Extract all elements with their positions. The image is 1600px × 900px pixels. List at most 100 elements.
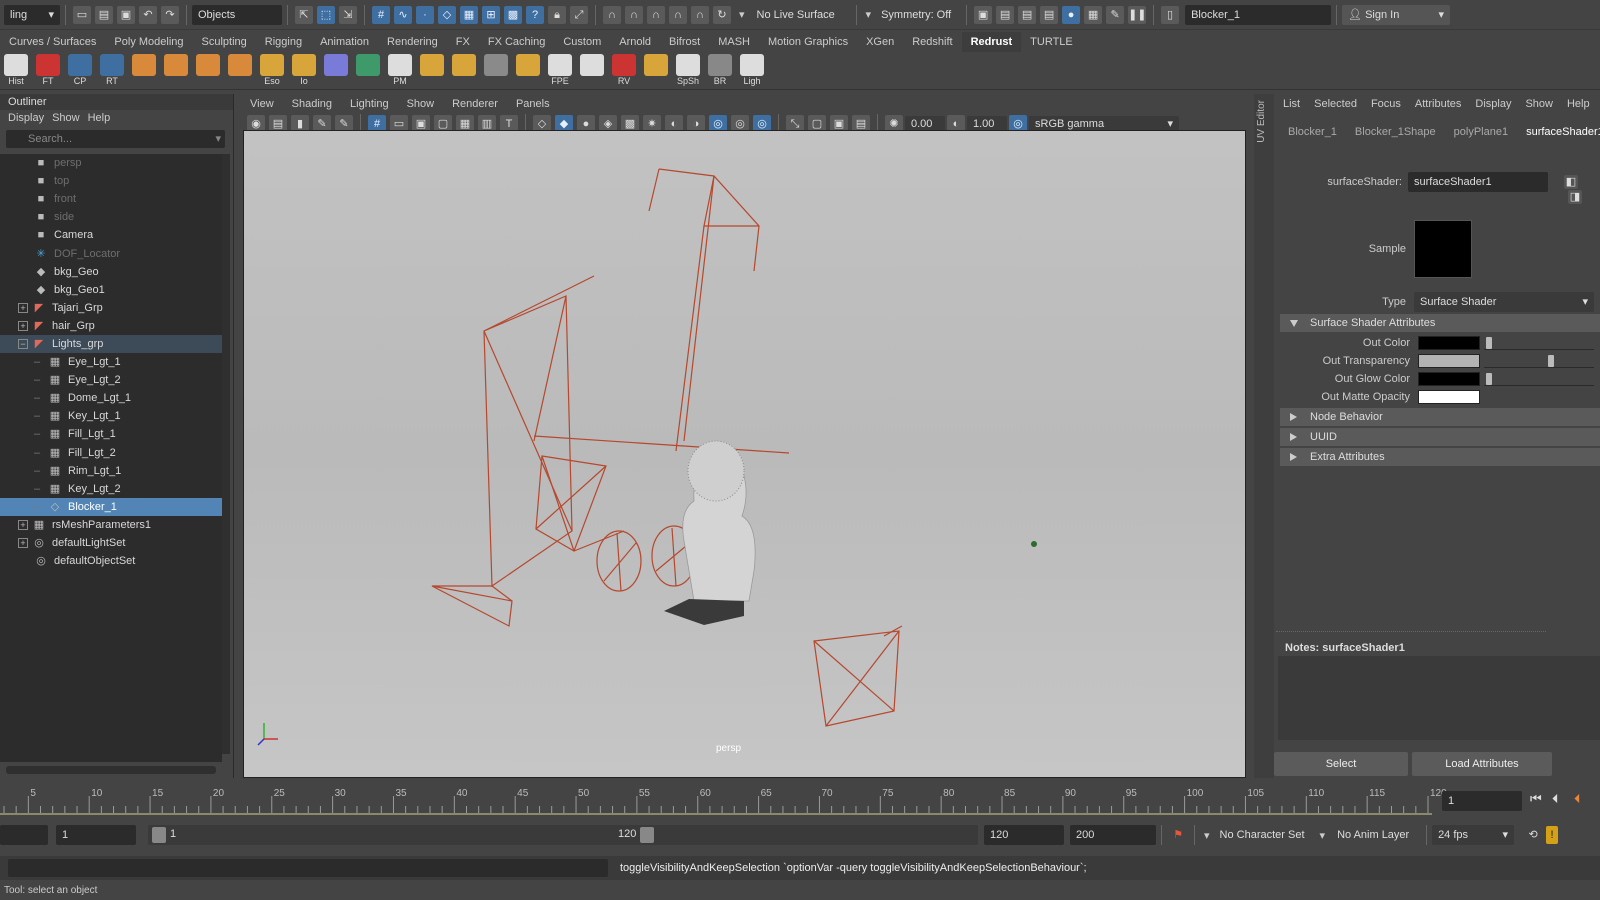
range-end-handle[interactable] xyxy=(640,827,654,843)
expand-icon[interactable]: + xyxy=(18,538,28,549)
outliner-horizontal-scrollbar[interactable] xyxy=(6,766,216,774)
attr-menu-attributes[interactable]: Attributes xyxy=(1415,94,1461,114)
outliner-item-bkg-geo1[interactable]: ◆ bkg_Geo1 xyxy=(0,281,222,299)
render-setup-icon[interactable]: ▦ xyxy=(1084,5,1103,24)
playback-end-field[interactable]: 120 xyxy=(984,825,1064,845)
sample-swatch[interactable] xyxy=(1414,220,1472,278)
attr-slider[interactable] xyxy=(1484,354,1594,368)
selection-mode-dropdown[interactable]: Objects xyxy=(192,4,282,25)
shelf-button-tool-13[interactable] xyxy=(418,53,446,88)
viewport-menu-lighting[interactable]: Lighting xyxy=(350,94,389,114)
outliner-item-tajari-grp[interactable]: + ◤ Tajari_Grp xyxy=(0,299,222,317)
fps-dropdown[interactable]: 24 fps ▾ xyxy=(1432,825,1515,845)
attr-tab-blocker-1[interactable]: Blocker_1 xyxy=(1282,122,1343,142)
time-slider[interactable]: 5 10 15 20 25 30 35 40 45 50 55 60 65 70 75 80 85 90 95 100… xyxy=(0,786,1600,816)
color-swatch[interactable] xyxy=(1418,336,1480,350)
shelf-tab-poly-modeling[interactable]: Poly Modeling xyxy=(105,32,192,52)
section-uuid[interactable]: UUID xyxy=(1280,428,1600,446)
sign-in-button[interactable]: 👤︎ Sign In ▾ xyxy=(1342,4,1451,25)
shelf-tab-turtle[interactable]: TURTLE xyxy=(1021,32,1082,52)
expand-icon[interactable]: + xyxy=(18,320,28,331)
shelf-tab-arnold[interactable]: Arnold xyxy=(610,32,660,52)
viewport-menu-renderer[interactable]: Renderer xyxy=(452,94,498,114)
shelf-button-rt[interactable]: RT xyxy=(98,53,126,88)
shelf-button-fpe[interactable]: FPE xyxy=(546,53,574,88)
shelf-tab-custom[interactable]: Custom xyxy=(554,32,610,52)
shelf-button-br[interactable]: BR xyxy=(706,53,734,88)
pin-icon[interactable]: ∩ xyxy=(669,5,687,24)
symmetry-dropdown[interactable]: Symmetry: Off xyxy=(875,4,962,25)
snap-surface-icon[interactable]: ▦ xyxy=(460,5,478,24)
snap-curve-icon[interactable]: ∿ xyxy=(394,5,412,24)
undo-icon[interactable]: ↶ xyxy=(139,5,157,24)
outliner-item-dome-lgt-1[interactable]: – ▦ Dome_Lgt_1 xyxy=(0,389,222,407)
shelf-button-tool-20[interactable] xyxy=(642,53,670,88)
hypershade-icon[interactable]: ● xyxy=(1062,5,1081,24)
pause-icon[interactable]: ❚❚ xyxy=(1128,5,1147,24)
attr-menu-list[interactable]: List xyxy=(1283,94,1300,114)
outliner-item-dof-locator[interactable]: ✳ DOF_Locator xyxy=(0,244,222,262)
shelf-tab-rendering[interactable]: Rendering xyxy=(378,32,447,52)
shelf-tab-fx[interactable]: FX xyxy=(447,32,479,52)
animation-end-field[interactable]: 200 xyxy=(1070,825,1156,845)
go-to-start-icon[interactable]: ⏮ xyxy=(1530,791,1542,807)
attr-tab-polyplane1[interactable]: polyPlane1 xyxy=(1448,122,1514,142)
save-scene-icon[interactable]: ▣ xyxy=(117,5,135,24)
snap-view-icon[interactable]: ◇ xyxy=(438,5,456,24)
shelf-button-tool-18[interactable] xyxy=(578,53,606,88)
color-swatch[interactable] xyxy=(1418,354,1480,368)
new-scene-icon[interactable]: ▭ xyxy=(73,5,91,24)
outliner-item-blocker-1[interactable]: – ◇ Blocker_1 xyxy=(0,497,222,516)
soft-select-icon[interactable]: ∩ xyxy=(625,5,643,24)
step-back-icon[interactable]: ⏴ xyxy=(1552,791,1559,807)
outliner-menu-show[interactable]: Show xyxy=(52,110,80,126)
color-swatch[interactable] xyxy=(1418,372,1480,386)
load-attributes-button[interactable]: Load Attributes xyxy=(1412,752,1552,776)
panel-layout-icon[interactable]: ▯ xyxy=(1161,5,1180,24)
shelf-button-tool-15[interactable] xyxy=(482,53,510,88)
outliner-item-defaultlightset[interactable]: + ◎ defaultLightSet xyxy=(0,534,222,552)
shelf-button-tool-4[interactable] xyxy=(130,53,158,88)
shelf-tab-curves-surfaces[interactable]: Curves / Surfaces xyxy=(0,32,105,52)
shelf-tab-bifrost[interactable]: Bifrost xyxy=(660,32,709,52)
attr-slider[interactable] xyxy=(1484,372,1594,386)
attr-menu-show[interactable]: Show xyxy=(1525,94,1553,114)
help-icon[interactable]: ? xyxy=(526,5,544,24)
attr-menu-display[interactable]: Display xyxy=(1475,94,1511,114)
outliner-item-hair-grp[interactable]: + ◤ hair_Grp xyxy=(0,317,222,335)
shelf-button-cp[interactable]: CP xyxy=(66,53,94,88)
shader-name-field[interactable]: surfaceShader1 xyxy=(1408,172,1548,192)
shelf-button-ligh[interactable]: Ligh xyxy=(738,53,766,88)
viewport-menu-panels[interactable]: Panels xyxy=(516,94,550,114)
shelf-tab-rigging[interactable]: Rigging xyxy=(256,32,311,52)
redo-icon[interactable]: ↷ xyxy=(161,5,179,24)
live-surface-field[interactable]: No Live Surface xyxy=(750,4,851,25)
reflection-icon[interactable]: ∩ xyxy=(647,5,665,24)
shelf-tab-redshift[interactable]: Redshift xyxy=(903,32,961,52)
current-frame-field[interactable]: 1 xyxy=(1442,791,1522,811)
shelf-tab-sculpting[interactable]: Sculpting xyxy=(193,32,256,52)
step-back-key-icon[interactable]: ⏴ xyxy=(1574,791,1581,807)
shelf-tab-redrust[interactable]: Redrust xyxy=(961,32,1022,52)
mel-input[interactable] xyxy=(8,859,608,877)
section-surface-shader-attributes[interactable]: Surface Shader Attributes xyxy=(1280,314,1600,332)
outliner-menu-help[interactable]: Help xyxy=(88,110,111,126)
presets-icon[interactable]: ◨ xyxy=(1568,190,1582,204)
shelf-button-tool-16[interactable] xyxy=(514,53,542,88)
slider-handle[interactable] xyxy=(1548,355,1555,367)
light-editor-icon[interactable]: ✎ xyxy=(1106,5,1125,24)
shelf-button-tool-5[interactable] xyxy=(162,53,190,88)
attr-menu-selected[interactable]: Selected xyxy=(1314,94,1357,114)
outliner-item-eye-lgt-2[interactable]: – ▦ Eye_Lgt_2 xyxy=(0,371,222,389)
ipr-render-icon[interactable]: ▤ xyxy=(1018,5,1037,24)
outliner-item-bkg-geo[interactable]: ◆ bkg_Geo xyxy=(0,263,222,281)
warning-icon[interactable]: ! xyxy=(1546,826,1559,844)
color-swatch[interactable] xyxy=(1418,390,1480,404)
notes-textarea[interactable] xyxy=(1278,656,1600,740)
shelf-button-rv[interactable]: RV xyxy=(610,53,638,88)
attr-slider[interactable] xyxy=(1484,336,1594,350)
snap-uv-icon[interactable]: ▩ xyxy=(504,5,522,24)
outliner-item-rim-lgt-1[interactable]: – ▦ Rim_Lgt_1 xyxy=(0,462,222,480)
input-output-icon[interactable]: ⤢ xyxy=(570,5,588,24)
shelf-button-ft[interactable]: FT xyxy=(34,53,62,88)
